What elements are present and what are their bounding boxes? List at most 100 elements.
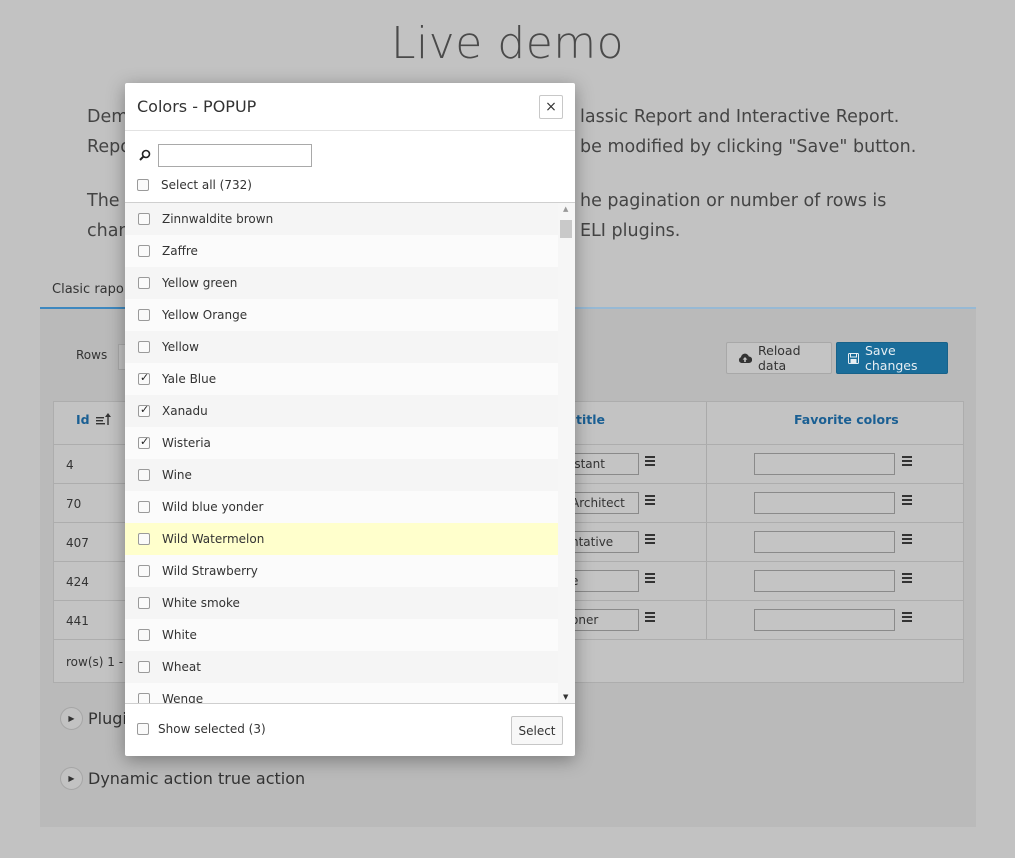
sort-ascending-icon	[95, 413, 111, 425]
color-checkbox[interactable]	[138, 213, 150, 225]
show-selected-toggle[interactable]: Show selected (3)	[137, 722, 266, 736]
color-checkbox[interactable]	[138, 341, 150, 353]
color-checkbox[interactable]	[138, 309, 150, 321]
select-button[interactable]: Select	[511, 716, 563, 745]
favorite-colors-input[interactable]	[754, 570, 895, 592]
column-header-favorite-colors[interactable]: Favorite colors	[794, 412, 899, 427]
column-separator	[706, 402, 707, 639]
list-item[interactable]: Yellow Orange	[125, 299, 558, 331]
cell-title-input[interactable]: oner	[566, 609, 639, 631]
favorite-colors-input[interactable]	[754, 609, 895, 631]
scroll-thumb[interactable]	[560, 220, 572, 238]
cell-title-input[interactable]: e	[566, 570, 639, 592]
lines-menu-icon[interactable]	[645, 456, 655, 466]
cell-id: 407	[66, 536, 89, 550]
color-checkbox[interactable]	[138, 435, 150, 449]
favorite-colors-input[interactable]	[754, 531, 895, 553]
scroll-down-arrow-icon[interactable]: ▼	[563, 693, 568, 701]
color-checkbox[interactable]	[138, 277, 150, 289]
column-header-id[interactable]: Id	[76, 412, 112, 427]
color-checkbox[interactable]	[138, 629, 150, 641]
intro-line-1-left: Dem	[87, 107, 129, 127]
cell-title-input[interactable]: Architect	[566, 492, 639, 514]
lines-menu-icon[interactable]	[902, 612, 912, 622]
popup-footer: Show selected (3) Select	[125, 703, 575, 756]
color-checkbox[interactable]	[138, 597, 150, 609]
cell-title-input[interactable]: istant	[566, 453, 639, 475]
list-item[interactable]: Wisteria	[125, 427, 558, 459]
show-selected-checkbox[interactable]	[137, 723, 149, 735]
list-item[interactable]: Zinnwaldite brown	[125, 203, 558, 235]
favorite-colors-input[interactable]	[754, 453, 895, 475]
list-item[interactable]: Wheat	[125, 651, 558, 683]
intro-line-4-left: chan	[87, 221, 130, 241]
lines-menu-icon[interactable]	[645, 534, 655, 544]
play-triangle-icon: ▶	[60, 767, 83, 790]
select-all-checkbox[interactable]	[137, 179, 149, 191]
color-list: Zinnwaldite brown Zaffre Yellow green Yello…	[125, 202, 575, 703]
color-checkbox[interactable]	[138, 693, 150, 703]
lines-menu-icon[interactable]	[902, 456, 912, 466]
color-label: Yellow Orange	[162, 308, 248, 322]
show-selected-label: Show selected (3)	[158, 722, 266, 736]
list-item[interactable]: White smoke	[125, 587, 558, 619]
cell-title-input[interactable]: ntative	[566, 531, 639, 553]
cell-id: 424	[66, 575, 89, 589]
list-item[interactable]: Wine	[125, 459, 558, 491]
color-checkbox[interactable]	[138, 245, 150, 257]
color-checkbox[interactable]	[138, 403, 150, 417]
lines-menu-icon[interactable]	[902, 573, 912, 583]
dynamic-action-section-toggle[interactable]: ▶ Dynamic action true action	[60, 767, 305, 790]
list-item[interactable]: Yellow	[125, 331, 558, 363]
color-label: Zinnwaldite brown	[162, 212, 274, 226]
play-triangle-icon: ▶	[60, 707, 83, 730]
close-button[interactable]: ×	[539, 95, 563, 119]
rows-label: Rows	[76, 348, 108, 362]
save-changes-button[interactable]: Save changes	[836, 342, 948, 374]
color-label: White	[162, 628, 197, 642]
reload-data-button[interactable]: Reload data	[726, 342, 832, 374]
search-input[interactable]	[158, 144, 312, 167]
list-item[interactable]: Wild Strawberry	[125, 555, 558, 587]
list-scrollbar[interactable]: ▲ ▼	[558, 203, 575, 703]
color-label: Wild blue yonder	[162, 500, 264, 514]
column-header-title[interactable]: title	[576, 412, 605, 427]
select-all-row[interactable]: Select all (732)	[137, 178, 252, 192]
floppy-disk-icon	[848, 352, 859, 364]
color-checkbox[interactable]	[138, 661, 150, 673]
lines-menu-icon[interactable]	[902, 534, 912, 544]
dynamic-action-section-label: Dynamic action true action	[88, 769, 306, 788]
close-icon: ×	[545, 99, 557, 115]
list-item[interactable]: Wild blue yonder	[125, 491, 558, 523]
column-header-id-label: Id	[76, 412, 90, 427]
cloud-upload-icon	[738, 353, 752, 363]
favorite-colors-input[interactable]	[754, 492, 895, 514]
list-item[interactable]: Yale Blue	[125, 363, 558, 395]
list-item[interactable]: Yellow green	[125, 267, 558, 299]
lines-menu-icon[interactable]	[902, 495, 912, 505]
page-title: Live demo	[390, 18, 625, 69]
plugin-section-toggle[interactable]: ▶ Plugi	[60, 707, 127, 730]
reload-data-label: Reload data	[758, 343, 801, 373]
list-item[interactable]: Wild Watermelon	[125, 523, 558, 555]
color-label: White smoke	[162, 596, 240, 610]
list-item[interactable]: Xanadu	[125, 395, 558, 427]
popup-header: Colors - POPUP ×	[125, 83, 575, 131]
color-label: Zaffre	[162, 244, 198, 258]
list-item[interactable]: Zaffre	[125, 235, 558, 267]
lines-menu-icon[interactable]	[645, 573, 655, 583]
color-checkbox[interactable]	[138, 565, 150, 577]
color-checkbox[interactable]	[138, 533, 150, 545]
scroll-up-arrow-icon[interactable]: ▲	[563, 205, 568, 213]
lines-menu-icon[interactable]	[645, 495, 655, 505]
color-checkbox[interactable]	[138, 371, 150, 385]
color-list-items: Zinnwaldite brown Zaffre Yellow green Yello…	[125, 203, 558, 703]
color-label: Wisteria	[162, 436, 211, 450]
list-item[interactable]: Wenge	[125, 683, 558, 703]
color-checkbox[interactable]	[138, 469, 150, 481]
list-item[interactable]: White	[125, 619, 558, 651]
color-checkbox[interactable]	[138, 501, 150, 513]
intro-line-3-right: he pagination or number of rows is	[580, 191, 887, 211]
lines-menu-icon[interactable]	[645, 612, 655, 622]
color-label: Wine	[162, 468, 192, 482]
